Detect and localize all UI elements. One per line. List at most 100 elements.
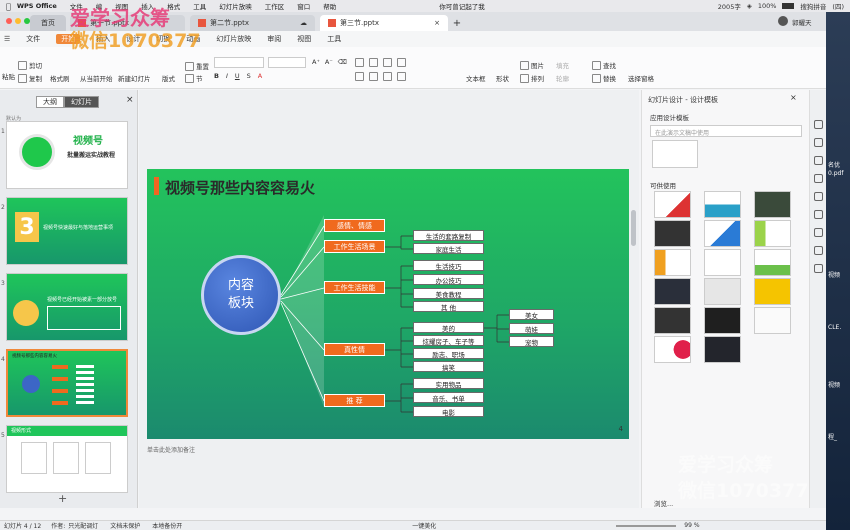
current-template-thumb[interactable] [652,140,698,168]
desktop-file-label[interactable]: 视频 [828,270,840,279]
italic-icon[interactable]: I [226,72,228,80]
ribbon-tab-file[interactable]: 文件 [26,34,40,44]
item-box[interactable]: 家庭生活 [413,243,484,254]
item-box[interactable]: 生活技巧 [413,260,484,271]
bullet-list-icon[interactable] [355,58,364,67]
item-box[interactable]: 生活的套路复制 [413,230,484,241]
outline-button[interactable]: 轮廓 [556,73,569,83]
copy-button[interactable]: 复制 [18,73,42,83]
section-button[interactable]: 节 [185,73,203,83]
template-thumb[interactable] [704,249,741,276]
textbox-button[interactable]: 文本框 [466,73,486,83]
shrink-font-icon[interactable]: A⁻ [325,58,333,66]
close-panel-icon[interactable]: × [126,95,134,105]
backup-status[interactable]: 本地备份开 [152,521,182,530]
desktop-file-label[interactable]: 0.pdf [828,170,843,177]
desktop-file-label[interactable]: 程_ [828,432,837,441]
template-thumb[interactable] [704,220,741,247]
wifi-icon[interactable]: ◈ [747,2,752,10]
template-thumb[interactable] [654,220,691,247]
layers-icon[interactable] [814,138,823,147]
paste-button[interactable]: 粘贴 [2,71,15,81]
menubar-item-tools[interactable]: 工具 [193,1,206,11]
select-pane-button[interactable]: 选择窗格 [628,73,654,83]
menubar-item-window[interactable]: 窗口 [297,1,310,11]
shape-button[interactable]: 形状 [496,73,509,83]
template-thumb[interactable] [704,191,741,218]
fill-button[interactable]: 填充 [556,60,569,70]
template-thumb[interactable] [654,191,691,218]
item-box[interactable]: 搞笑 [413,361,484,372]
play-from-current-button[interactable]: 从当前开始 [80,73,113,83]
item-box[interactable]: 实用物品 [413,378,484,389]
font-color-icon[interactable]: A [258,72,262,80]
replace-button[interactable]: 替换 [592,73,616,83]
template-thumb[interactable] [654,278,691,305]
close-window-button[interactable] [6,18,12,24]
arrange-button[interactable]: 排列 [520,73,544,83]
ribbon-tab-tools[interactable]: 工具 [327,34,341,44]
align-right-icon[interactable] [383,72,392,81]
item-box[interactable]: 其 他 [413,301,484,312]
slide-thumb-1[interactable]: 视频号 批量搬运实战教程 [6,121,128,189]
find-button[interactable]: 查找 [592,60,616,70]
image-icon[interactable] [814,264,823,273]
minimize-window-button[interactable] [15,18,21,24]
add-slide-button[interactable]: + [58,492,67,505]
desktop-file-label[interactable]: 名优 [828,160,840,169]
align-center-icon[interactable] [369,72,378,81]
category-recommend[interactable]: 推 荐 [324,394,385,407]
animation-icon[interactable] [814,156,823,165]
template-icon[interactable] [814,192,823,201]
menubar-item-help[interactable]: 帮助 [323,1,336,11]
layout-button[interactable]: 版式 [162,73,175,83]
font-name-select[interactable] [214,57,264,68]
doc-protect-status[interactable]: 文档未保护 [110,521,140,530]
close-panel-icon[interactable]: × [790,93,797,102]
sub-item-box[interactable]: 美女 [509,309,554,320]
sub-item-box[interactable]: 宠物 [509,336,554,347]
template-thumb[interactable] [654,336,691,363]
slide[interactable]: 视频号那些内容容易火 内容 板块 感情、情感 工作生活场景 工作生活技能 真性情… [147,169,629,439]
underline-icon[interactable]: U [235,72,240,80]
category-emotion[interactable]: 感情、情感 [324,219,385,232]
align-left-icon[interactable] [355,72,364,81]
content-center-node[interactable]: 内容 板块 [201,255,281,335]
grow-font-icon[interactable]: A⁺ [312,58,320,66]
sub-item-box[interactable]: 萌娃 [509,323,554,334]
slide-thumb-4-selected[interactable]: 视频号那些内容容易火 [6,349,128,417]
user-name[interactable]: 郭耀天 [792,17,812,27]
template-thumb[interactable] [704,336,741,363]
ribbon-tab-slideshow[interactable]: 幻灯片放映 [216,34,251,44]
template-thumb[interactable] [754,307,791,334]
template-thumb[interactable] [754,220,791,247]
category-life-skill[interactable]: 工作生活技能 [324,281,385,294]
beautify-button[interactable]: 一键美化 [412,521,436,530]
new-tab-button[interactable]: + [450,15,464,31]
desktop-file-label[interactable]: CLE. [828,324,841,331]
indent-icon[interactable] [383,58,392,67]
item-box[interactable]: 办公技巧 [413,274,484,285]
template-thumb[interactable] [654,307,691,334]
notes-placeholder[interactable]: 单击此处添加备注 [147,445,195,454]
template-thumb[interactable] [754,249,791,276]
tab-home[interactable]: 首页 [30,15,66,31]
ribbon-tab-review[interactable]: 审阅 [267,34,281,44]
zoom-level[interactable]: 99 % [684,522,699,529]
browse-templates-link[interactable]: 浏览... [654,498,673,508]
template-thumb[interactable] [754,278,791,305]
cut-button[interactable]: 剪切 [18,60,42,70]
category-life-scene[interactable]: 工作生活场景 [324,240,385,253]
new-slide-button[interactable]: 新建幻灯片 [118,73,151,83]
template-search-input[interactable]: 在此演示文稿中使用 [650,125,802,137]
numbered-list-icon[interactable] [369,58,378,67]
slide-thumb-5[interactable]: 视频形式 [6,425,128,493]
menubar-item-workspace[interactable]: 工作区 [265,1,285,11]
menubar-app-name[interactable]: WPS Office [17,2,57,10]
tab-file-2[interactable]: 第二节.pptx ☁ [190,15,315,31]
menubar-item-slideshow[interactable]: 幻灯片放映 [219,1,252,11]
hamburger-icon[interactable]: ☰ [4,35,10,43]
clear-format-icon[interactable]: ⌫ [338,58,347,66]
close-tab-icon[interactable]: × [434,19,440,27]
justify-icon[interactable] [397,72,406,81]
